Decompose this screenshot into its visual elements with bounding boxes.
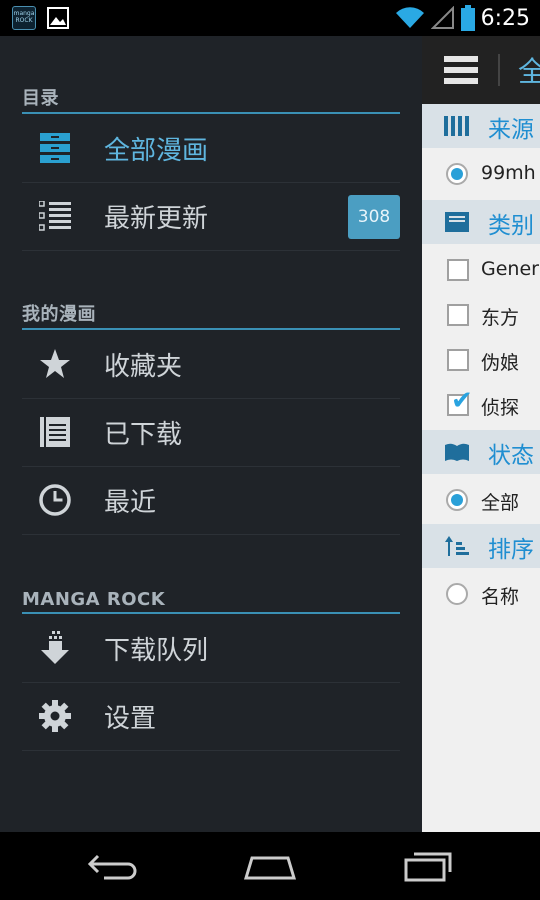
option-label: 名称 xyxy=(481,586,520,608)
download-arrow-icon xyxy=(38,631,72,665)
drawer-item-label: 最近 xyxy=(104,488,157,518)
update-count-badge: 308 xyxy=(348,195,400,239)
recent-apps-icon[interactable] xyxy=(400,846,456,886)
sort-ascending-icon xyxy=(445,536,469,556)
section-header-manga-rock: MANGA ROCK xyxy=(22,580,400,614)
radio-button[interactable] xyxy=(446,583,468,605)
section-category: 类别 xyxy=(422,200,540,244)
checkbox[interactable] xyxy=(447,259,469,281)
back-icon[interactable] xyxy=(84,846,140,886)
source-option-99mh[interactable]: 99mh xyxy=(422,152,540,198)
section-sort: 排序 xyxy=(422,524,540,568)
drawer-item-label: 最新更新 xyxy=(104,204,209,234)
section-sort-label: 排序 xyxy=(488,537,534,563)
hamburger-menu-icon[interactable] xyxy=(444,56,478,84)
option-label: 全部 xyxy=(481,492,520,514)
drawer-item-label: 设置 xyxy=(104,704,157,734)
wifi-icon xyxy=(395,7,424,29)
option-label: Generic xyxy=(481,258,540,280)
signal-icon xyxy=(430,6,454,29)
category-option-trap[interactable]: 伪娘 xyxy=(422,338,540,384)
download-box-icon xyxy=(38,415,72,449)
checkbox[interactable] xyxy=(447,349,469,371)
drawer-item-label: 下载队列 xyxy=(104,636,209,666)
drawer-item-downloaded[interactable]: 已下载 xyxy=(22,398,400,467)
drawer-item-latest-updates[interactable]: 最新更新 308 xyxy=(22,182,400,251)
home-icon[interactable] xyxy=(242,846,298,886)
checkbox-checked[interactable] xyxy=(447,386,473,416)
section-status: 状态 xyxy=(422,430,540,474)
drawer-item-favorites[interactable]: 收藏夹 xyxy=(22,330,400,399)
option-label: 东方 xyxy=(481,307,520,329)
list-icon xyxy=(38,199,72,233)
open-book-icon xyxy=(445,443,469,461)
drawer-item-all-manga[interactable]: 全部漫画 xyxy=(22,114,400,183)
star-icon xyxy=(38,347,72,381)
section-header-my-manga: 我的漫画 xyxy=(22,296,400,330)
drawer-item-recent[interactable]: 最近 xyxy=(22,466,400,535)
action-bar-title[interactable]: 全 xyxy=(518,50,540,90)
columns-icon xyxy=(444,116,469,136)
section-source-label: 来源 xyxy=(488,117,534,143)
system-navigation-bar xyxy=(0,832,540,900)
drawer-item-download-queue[interactable]: 下载队列 xyxy=(22,614,400,683)
section-source: 来源 xyxy=(422,104,540,148)
image-notification-icon xyxy=(47,7,69,29)
manga-rock-notification-icon: manga ROCK xyxy=(12,6,36,30)
sort-option-name[interactable]: 名称 xyxy=(422,572,540,618)
radio-button[interactable] xyxy=(446,489,468,511)
drawer-icon xyxy=(38,131,72,165)
drawer-item-label: 收藏夹 xyxy=(104,352,183,382)
action-bar: 全 xyxy=(422,36,540,104)
filter-panel: 全 来源 99mh 类别 Generic 东方 伪娘 侦 xyxy=(422,36,540,832)
navigation-drawer: 目录 全部漫画 最新更新 308 我的漫画 收藏夹 已下载 最近 MANGA R… xyxy=(0,36,422,832)
drawer-item-label: 全部漫画 xyxy=(104,136,209,166)
status-option-all[interactable]: 全部 xyxy=(422,478,540,524)
category-option-touhou[interactable]: 东方 xyxy=(422,293,540,339)
section-header-label: MANGA ROCK xyxy=(22,589,166,610)
clock-time: 6:25 xyxy=(480,5,530,31)
gear-icon xyxy=(38,699,72,733)
battery-icon xyxy=(460,5,475,31)
category-option-generic[interactable]: Generic xyxy=(422,248,540,294)
option-label: 侦探 xyxy=(481,397,520,419)
drawer-item-settings[interactable]: 设置 xyxy=(22,682,400,751)
section-header-label: 我的漫画 xyxy=(22,304,96,325)
radio-button[interactable] xyxy=(446,163,468,185)
option-label: 99mh xyxy=(481,162,536,184)
clock-icon xyxy=(38,483,72,517)
status-bar: manga ROCK 6:25 xyxy=(0,0,540,36)
category-option-detective[interactable]: 侦探 xyxy=(422,383,540,429)
drawer-item-label: 已下载 xyxy=(104,420,183,450)
action-bar-divider xyxy=(498,54,500,86)
inbox-icon xyxy=(445,212,469,232)
section-header-catalog: 目录 xyxy=(22,80,400,114)
section-status-label: 状态 xyxy=(488,443,534,469)
section-category-label: 类别 xyxy=(488,213,534,239)
section-header-label: 目录 xyxy=(22,88,59,109)
option-label: 伪娘 xyxy=(481,352,520,374)
checkbox[interactable] xyxy=(447,304,469,326)
